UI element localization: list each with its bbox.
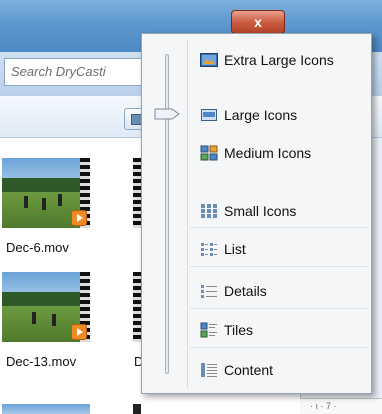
video-thumbnail[interactable]	[2, 404, 90, 414]
small-icons-icon	[200, 203, 218, 219]
view-slider-track[interactable]	[165, 54, 169, 374]
menu-divider	[187, 40, 188, 388]
view-menu: Extra Large Icons Large Icons Medium Ico…	[141, 33, 372, 394]
menu-item-list[interactable]: List	[200, 238, 370, 260]
file-name[interactable]: Dec-6.mov	[6, 240, 69, 255]
file-name[interactable]: Dec-13.mov	[6, 354, 76, 369]
close-button[interactable]: x	[231, 10, 285, 34]
menu-separator	[190, 308, 368, 309]
video-thumbnail[interactable]	[133, 404, 141, 414]
play-icon	[71, 210, 87, 226]
menu-separator	[190, 227, 368, 228]
menu-separator	[190, 266, 368, 267]
menu-item-medium-icons[interactable]: Medium Icons	[200, 142, 370, 164]
medium-icons-icon	[200, 145, 218, 161]
ruler: · ı · 7 ·	[300, 398, 382, 414]
details-icon	[200, 283, 218, 299]
video-thumbnail[interactable]	[2, 272, 90, 342]
tiles-icon	[200, 322, 218, 338]
play-icon	[71, 324, 87, 340]
menu-item-tiles[interactable]: Tiles	[200, 319, 370, 341]
menu-item-content[interactable]: Content	[200, 359, 370, 381]
list-icon	[200, 241, 218, 257]
video-thumbnail[interactable]	[2, 158, 90, 228]
menu-item-small-icons[interactable]: Small Icons	[200, 200, 370, 222]
menu-item-details[interactable]: Details	[200, 280, 370, 302]
view-slider-handle[interactable]	[154, 108, 180, 120]
menu-item-large-icons[interactable]: Large Icons	[200, 104, 370, 126]
large-icons-icon	[200, 107, 218, 123]
video-thumbnail[interactable]	[133, 158, 141, 228]
extra-large-icons-icon	[200, 52, 218, 68]
menu-item-extra-large-icons[interactable]: Extra Large Icons	[200, 49, 370, 71]
content-icon	[200, 362, 218, 378]
menu-separator	[190, 347, 368, 348]
video-thumbnail[interactable]	[133, 272, 141, 342]
search-input[interactable]: Search DryCasti	[4, 58, 154, 86]
